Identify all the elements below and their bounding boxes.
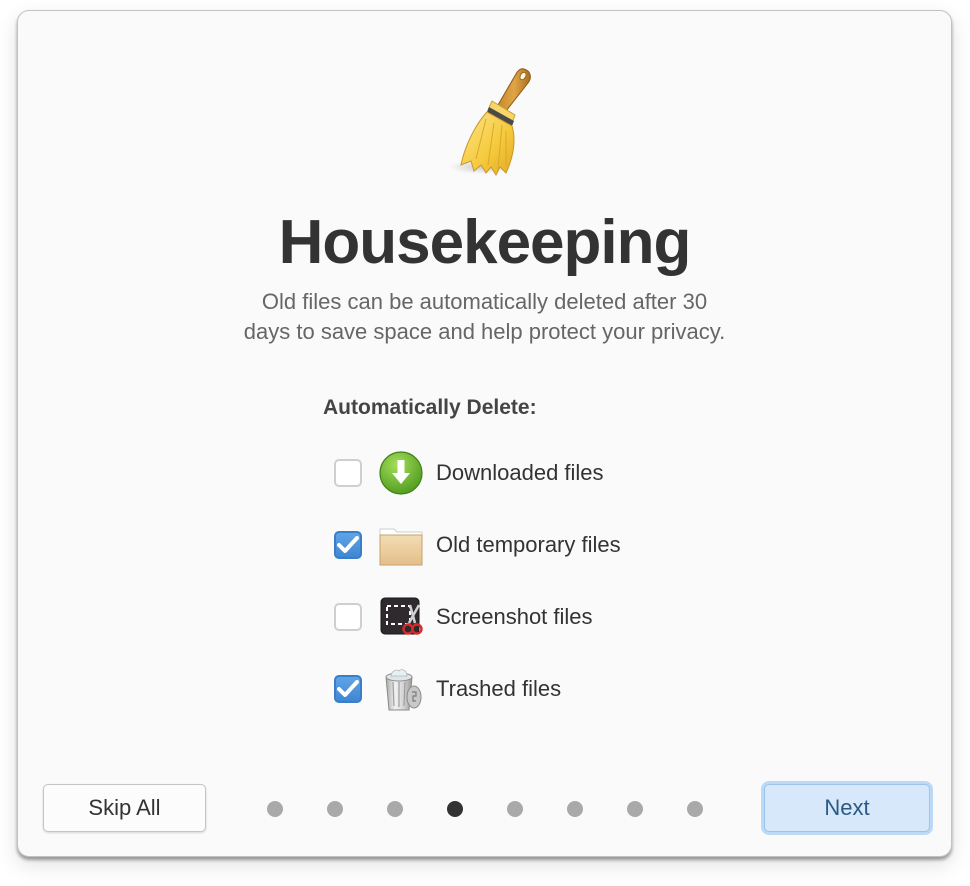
checkmark-icon <box>337 536 359 553</box>
description: Old files can be automatically deleted a… <box>18 287 951 347</box>
next-button[interactable]: Next <box>764 784 930 832</box>
checkmark-icon <box>337 680 359 697</box>
option-label: Old temporary files <box>436 532 621 557</box>
page-dot[interactable] <box>507 801 523 817</box>
page-title: Housekeeping <box>278 208 692 277</box>
page-dot[interactable] <box>387 801 403 817</box>
description-line: Old files can be automatically deleted a… <box>261 289 708 314</box>
page-dot[interactable] <box>627 801 643 817</box>
trash-can-icon <box>385 669 422 711</box>
option-old-temporary-files[interactable]: Old temporary files <box>334 521 621 569</box>
folder-icon <box>379 528 423 566</box>
option-label: Downloaded files <box>436 460 604 485</box>
page-dot[interactable] <box>567 801 583 817</box>
onboarding-dialog: Housekeeping Old files can be automatica… <box>17 10 952 857</box>
page-dot[interactable] <box>687 801 703 817</box>
screenshot-scissors-icon <box>380 597 423 635</box>
option-screenshot-files[interactable]: Screenshot files <box>334 593 593 641</box>
option-downloaded-files[interactable]: Downloaded files <box>334 449 604 497</box>
option-label: Trashed files <box>436 676 562 701</box>
option-label: Screenshot files <box>436 604 593 629</box>
downloaded-files-checkbox[interactable] <box>334 459 362 487</box>
broom-icon <box>449 68 531 177</box>
page-dot[interactable] <box>327 801 343 817</box>
option-trashed-files[interactable]: Trashed files <box>334 665 561 713</box>
old-temporary-files-checkbox[interactable] <box>334 531 362 559</box>
screenshot-files-checkbox[interactable] <box>334 603 362 631</box>
page-dot-active[interactable] <box>447 801 463 817</box>
section-label: Automatically Delete: <box>323 396 537 419</box>
page-dot[interactable] <box>267 801 283 817</box>
trashed-files-checkbox[interactable] <box>334 675 362 703</box>
skip-all-button[interactable]: Skip All <box>43 784 206 832</box>
description-line: days to save space and help protect your… <box>243 319 726 344</box>
download-arrow-icon <box>379 451 423 495</box>
